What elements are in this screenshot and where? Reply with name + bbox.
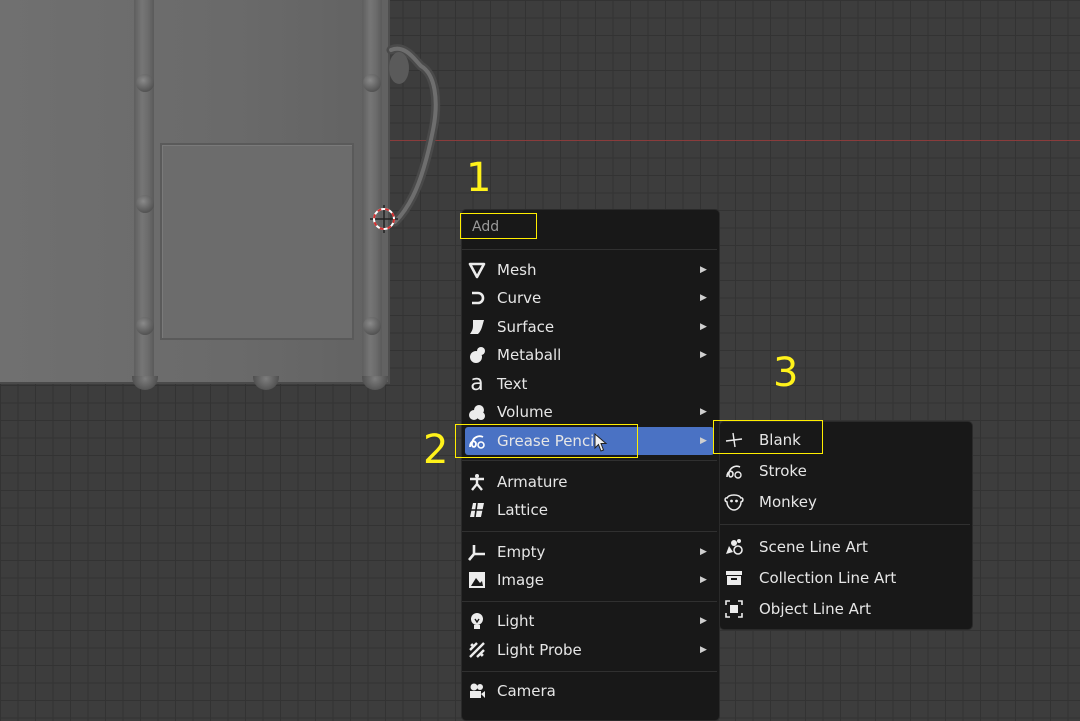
menu-item-label: Camera: [497, 682, 556, 700]
menu-item-label: Lattice: [497, 501, 548, 519]
scene-line-art-icon: [724, 537, 744, 557]
menu-item-light-probe[interactable]: Light Probe ▶: [467, 636, 712, 664]
box-foot: [132, 376, 158, 390]
3d-cursor-icon[interactable]: [370, 205, 398, 233]
submenu-arrow-icon: ▶: [700, 407, 707, 417]
submenu-arrow-icon: ▶: [700, 547, 707, 557]
submenu-item-monkey[interactable]: Monkey: [724, 488, 966, 516]
object-line-art-icon: [724, 599, 744, 619]
submenu-item-object-line-art[interactable]: Object Line Art: [724, 595, 966, 623]
rivet: [363, 74, 381, 92]
menu-item-image[interactable]: Image ▶: [467, 566, 712, 594]
menu-item-label: Curve: [497, 289, 542, 307]
submenu-item-label: Collection Line Art: [759, 569, 897, 587]
box-panel: [160, 143, 354, 340]
annotation-box-add: [460, 213, 537, 239]
menu-separator: [462, 460, 717, 461]
menu-item-curve[interactable]: Curve ▶: [467, 284, 712, 312]
stroke-icon: [724, 461, 744, 481]
rivet: [136, 317, 154, 335]
menu-separator: [462, 671, 717, 672]
surface-icon: [467, 317, 487, 337]
submenu-arrow-icon: ▶: [700, 293, 707, 303]
menu-item-surface[interactable]: Surface ▶: [467, 313, 712, 341]
volume-icon: [467, 402, 487, 422]
light-icon: [467, 611, 487, 631]
curve-icon: [467, 288, 487, 308]
image-icon: [467, 570, 487, 590]
submenu-arrow-icon: ▶: [700, 265, 707, 275]
submenu-arrow-icon: ▶: [700, 575, 707, 585]
collection-line-art-icon: [724, 568, 744, 588]
annotation-box-blank: [713, 420, 823, 454]
menu-item-label: Light: [497, 612, 535, 630]
box-object[interactable]: [0, 0, 390, 390]
rivet: [136, 74, 154, 92]
menu-separator: [462, 531, 717, 532]
submenu-arrow-icon: ▶: [700, 645, 707, 655]
menu-item-label: Volume: [497, 403, 553, 421]
text-icon: a: [470, 371, 484, 396]
menu-separator: [462, 249, 717, 250]
submenu-arrow-icon: ▶: [700, 616, 707, 626]
menu-item-mesh[interactable]: Mesh ▶: [467, 256, 712, 284]
submenu-item-label: Stroke: [759, 462, 807, 480]
menu-item-metaball[interactable]: Metaball ▶: [467, 341, 712, 369]
light-probe-icon: [467, 640, 487, 660]
annotation-marker-3: 3: [773, 350, 799, 396]
menu-item-lattice[interactable]: Lattice: [467, 496, 712, 524]
submenu-arrow-icon: ▶: [700, 322, 707, 332]
menu-item-label: Surface: [497, 318, 555, 336]
mesh-icon: [467, 260, 487, 280]
menu-item-light[interactable]: Light ▶: [467, 607, 712, 635]
camera-icon: [467, 681, 487, 701]
menu-item-label: Light Probe: [497, 641, 582, 659]
annotation-box-grease-pencil: [455, 424, 638, 458]
x-axis-line: [390, 140, 1080, 141]
submenu-item-label: Scene Line Art: [759, 538, 868, 556]
menu-separator: [462, 601, 717, 602]
box-foot: [253, 376, 279, 390]
menu-item-camera[interactable]: Camera: [467, 677, 712, 705]
submenu-arrow-icon: ▶: [700, 350, 707, 360]
submenu-item-scene-line-art[interactable]: Scene Line Art: [724, 533, 966, 561]
submenu-arrow-icon: ▶: [700, 436, 707, 446]
menu-item-label: Armature: [497, 473, 568, 491]
armature-icon: [467, 472, 487, 492]
metaball-icon: [467, 345, 487, 365]
menu-item-label: Text: [497, 375, 528, 393]
submenu-separator: [720, 524, 970, 525]
annotation-marker-2: 2: [423, 427, 449, 473]
submenu-item-label: Monkey: [759, 493, 817, 511]
monkey-icon: [724, 492, 744, 512]
submenu-item-collection-line-art[interactable]: Collection Line Art: [724, 564, 966, 592]
menu-item-volume[interactable]: Volume ▶: [467, 398, 712, 426]
lattice-icon: [467, 500, 487, 520]
submenu-item-label: Object Line Art: [759, 600, 871, 618]
submenu-item-stroke[interactable]: Stroke: [724, 457, 966, 485]
menu-item-label: Mesh: [497, 261, 537, 279]
box-foot: [362, 376, 388, 390]
rivet: [136, 195, 154, 213]
menu-item-label: Image: [497, 571, 544, 589]
menu-item-text[interactable]: a Text: [467, 370, 712, 398]
menu-item-label: Empty: [497, 543, 546, 561]
annotation-marker-1: 1: [466, 155, 492, 201]
menu-item-empty[interactable]: Empty ▶: [467, 538, 712, 566]
menu-item-armature[interactable]: Armature: [467, 468, 712, 496]
empty-icon: [467, 542, 487, 562]
menu-item-label: Metaball: [497, 346, 562, 364]
rivet: [363, 317, 381, 335]
